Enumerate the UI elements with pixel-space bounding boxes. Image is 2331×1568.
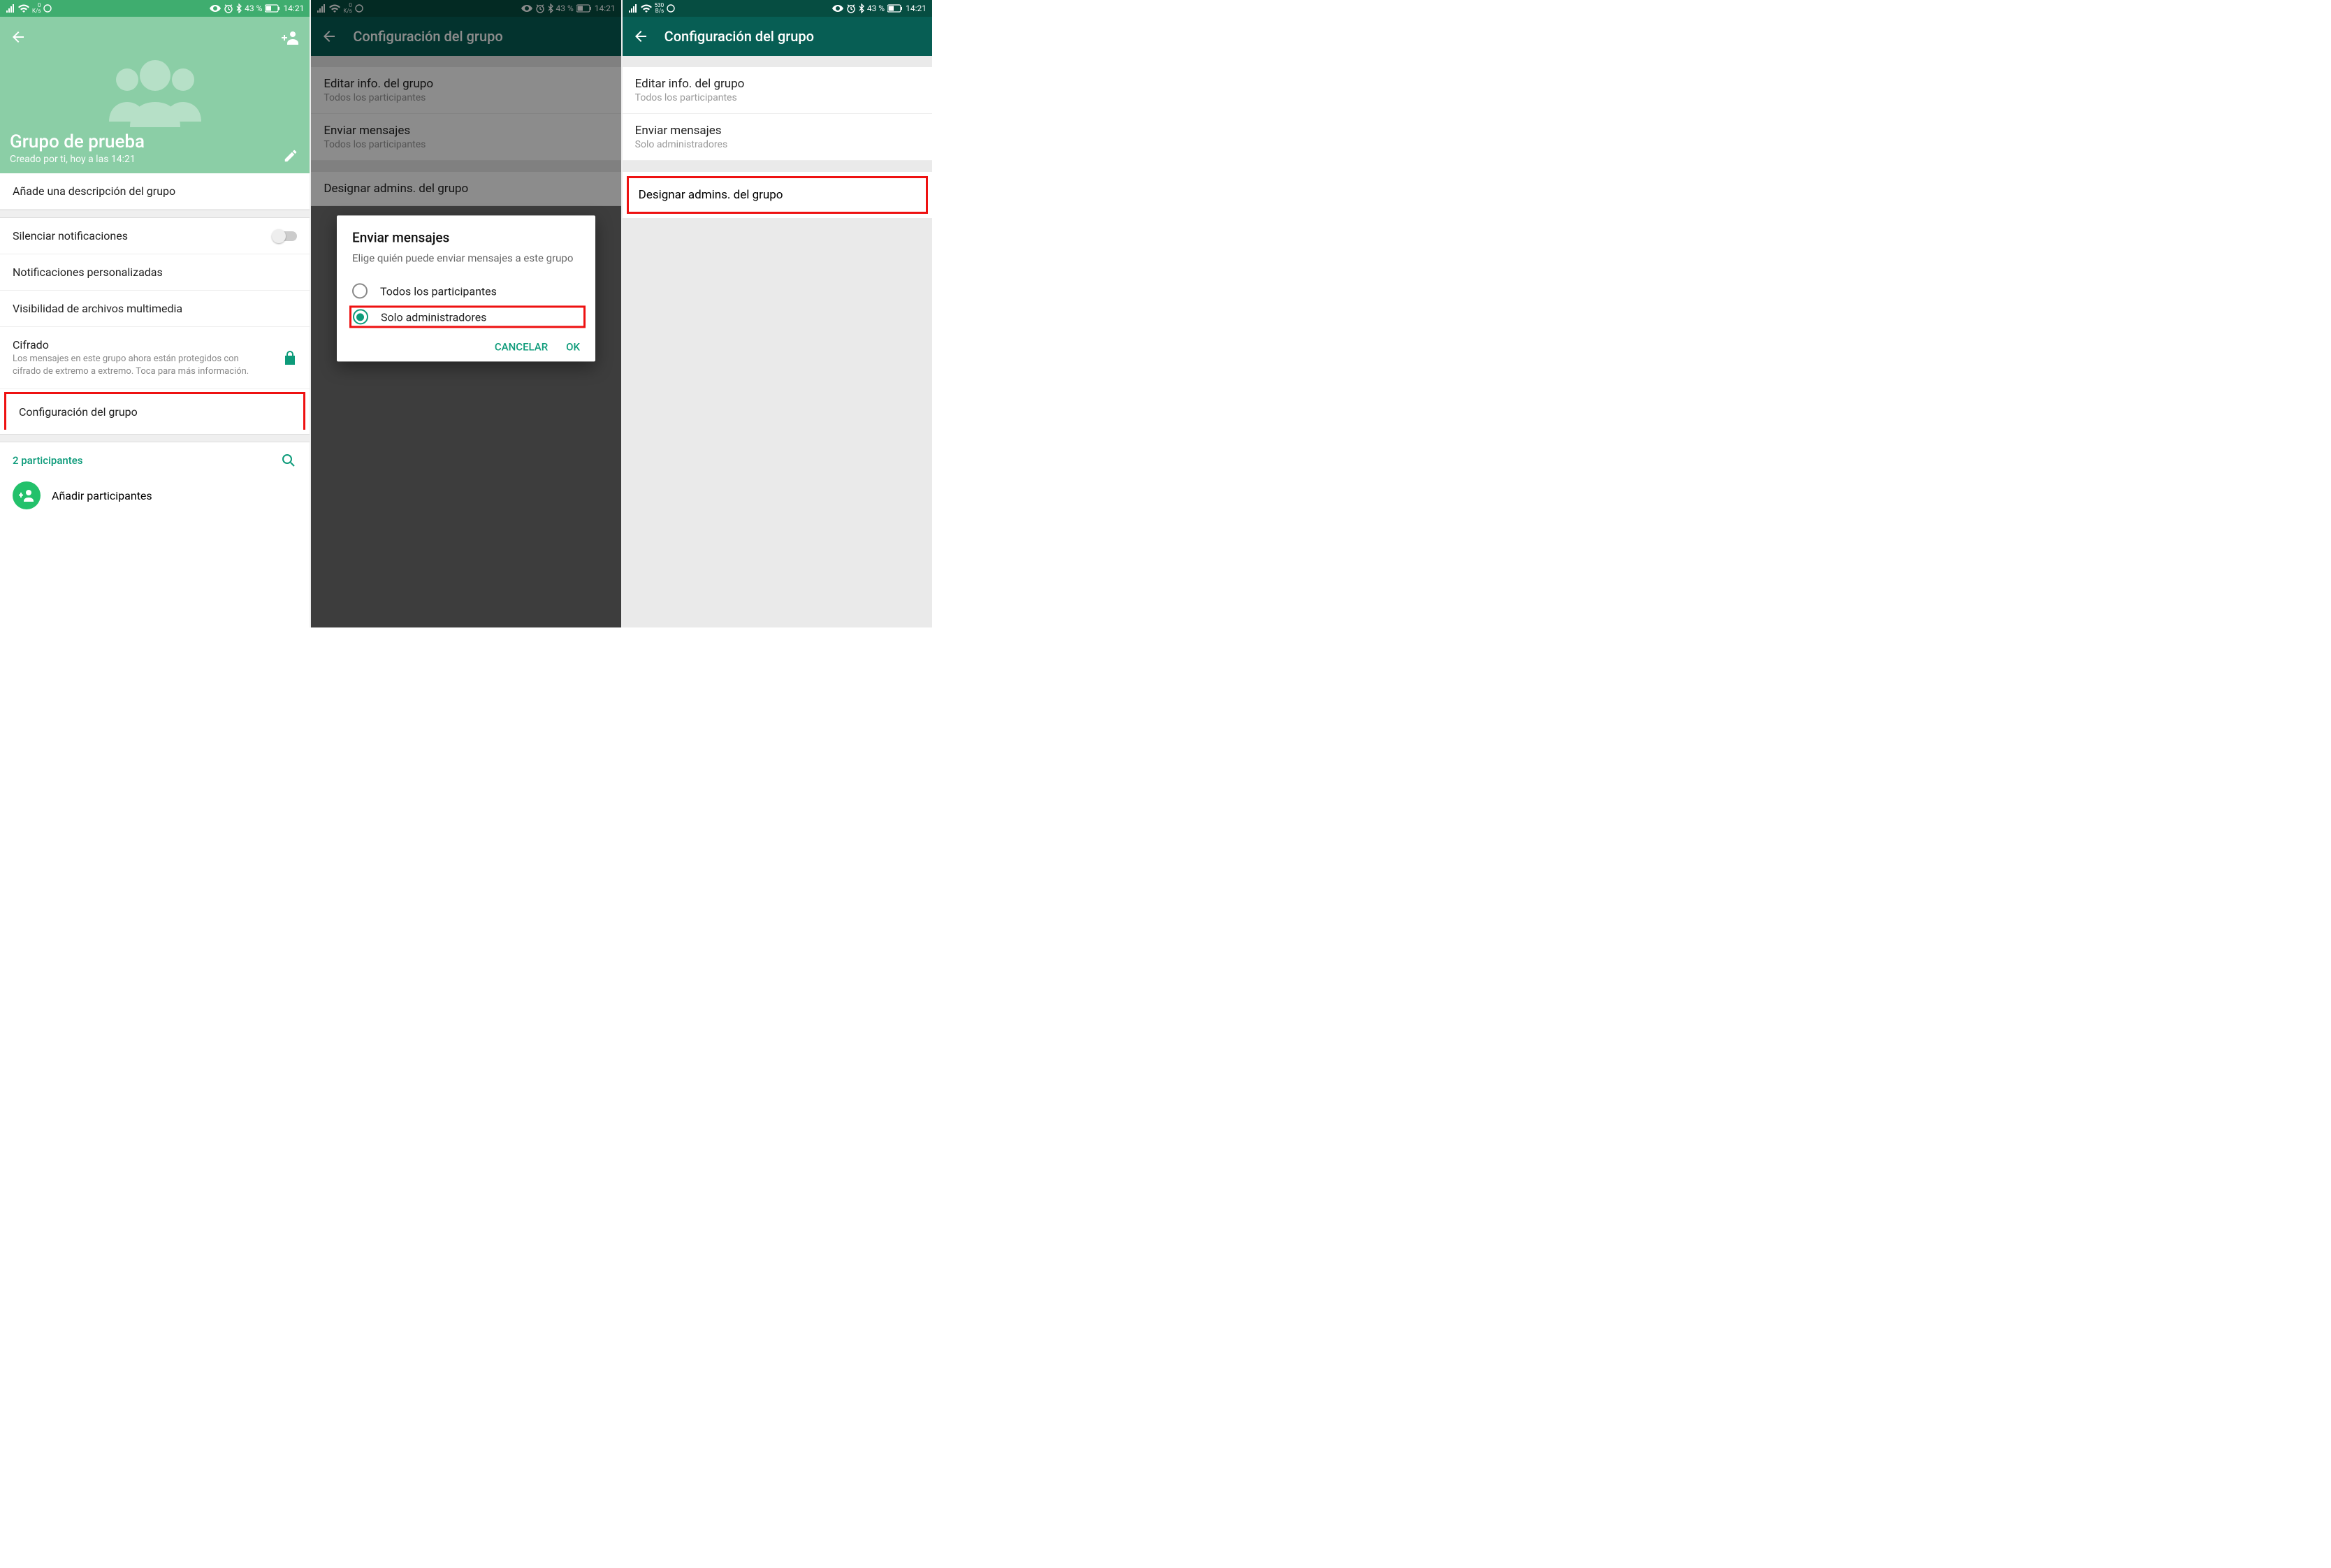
clock-time: 14:21 <box>906 3 927 13</box>
ok-button[interactable]: OK <box>566 341 580 354</box>
battery-percent: 43 % <box>245 3 262 13</box>
search-icon[interactable] <box>280 452 297 469</box>
sync-icon <box>667 4 675 13</box>
option-admins-label: Solo administradores <box>381 310 486 324</box>
custom-notifications-row[interactable]: Notificaciones personalizadas <box>0 254 310 291</box>
radio-checked-icon <box>353 310 368 325</box>
bluetooth-icon <box>236 3 242 13</box>
back-icon[interactable] <box>632 28 649 45</box>
media-visibility-row[interactable]: Visibilidad de archivos multimedia <box>0 291 310 327</box>
group-avatar-icon <box>0 48 310 131</box>
edit-group-info-row[interactable]: Editar info. del grupo Todos los partici… <box>623 67 932 114</box>
option-only-admins[interactable]: Solo administradores <box>349 306 586 328</box>
add-participants-label: Añadir participantes <box>52 489 152 502</box>
signal-icon <box>628 4 638 13</box>
lock-icon <box>283 349 297 366</box>
screenshot-1-group-info: 0K/s 43 % 14:21 <box>0 0 310 627</box>
option-all-label: Todos los participantes <box>380 284 497 298</box>
wifi-icon <box>18 4 29 13</box>
mute-label: Silenciar notificaciones <box>13 229 128 242</box>
custom-notifications-label: Notificaciones personalizadas <box>13 266 163 279</box>
edit-icon[interactable] <box>283 148 298 164</box>
battery-percent: 43 % <box>867 3 885 13</box>
dialog-title: Enviar mensajes <box>352 229 580 245</box>
add-person-icon <box>13 481 41 509</box>
back-icon[interactable] <box>10 29 27 45</box>
add-description-row[interactable]: Añade una descripción del grupo <box>0 173 310 210</box>
toolbar: Configuración del grupo <box>623 17 932 56</box>
screenshot-2-send-dialog: 0K/s 43 % 14:21 Configuración del grupo … <box>310 0 620 627</box>
bluetooth-icon <box>859 3 864 13</box>
encryption-row[interactable]: Cifrado Los mensajes en este grupo ahora… <box>0 327 310 389</box>
group-name: Grupo de prueba <box>0 131 310 152</box>
add-participant-icon[interactable] <box>282 29 300 45</box>
toolbar-title: Configuración del grupo <box>665 28 814 45</box>
group-header: 0K/s 43 % 14:21 <box>0 0 310 173</box>
alarm-icon <box>846 3 856 13</box>
designate-admins-title: Designar admins. del grupo <box>639 188 916 202</box>
add-description-label: Añade una descripción del grupo <box>13 184 175 198</box>
net-speed: 530B/s <box>655 3 665 14</box>
section-divider <box>0 210 310 218</box>
mute-row[interactable]: Silenciar notificaciones <box>0 218 310 254</box>
media-visibility-label: Visibilidad de archivos multimedia <box>13 302 182 315</box>
designate-admins-row[interactable]: Designar admins. del grupo <box>627 176 928 214</box>
group-created: Creado por ti, hoy a las 14:21 <box>0 152 310 165</box>
option-all-participants[interactable]: Todos los participantes <box>352 277 580 306</box>
eye-icon <box>210 5 221 12</box>
send-messages-title: Enviar mensajes <box>635 124 920 138</box>
section-divider <box>0 434 310 442</box>
mute-toggle[interactable] <box>273 231 297 241</box>
dialog-description: Elige quién puede enviar mensajes a este… <box>352 251 580 265</box>
send-messages-sub: Solo administradores <box>635 139 920 150</box>
wifi-icon <box>641 4 652 13</box>
encryption-sub: Los mensajes en este grupo ahora están p… <box>13 353 250 377</box>
battery-icon <box>265 4 280 13</box>
edit-group-info-sub: Todos los participantes <box>635 92 920 103</box>
radio-icon <box>352 284 368 299</box>
send-messages-dialog: Enviar mensajes Elige quién puede enviar… <box>337 215 595 361</box>
group-settings-label: Configuración del grupo <box>19 405 138 419</box>
send-messages-row[interactable]: Enviar mensajes Solo administradores <box>623 114 932 161</box>
add-participants-row[interactable]: Añadir participantes <box>0 474 310 522</box>
eye-icon <box>832 5 843 12</box>
group-settings-row[interactable]: Configuración del grupo <box>4 392 305 430</box>
net-speed: 0K/s <box>32 3 41 14</box>
alarm-icon <box>224 3 233 13</box>
status-bar: 0K/s 43 % 14:21 <box>0 0 310 17</box>
encryption-title: Cifrado <box>13 338 250 351</box>
clock-time: 14:21 <box>283 3 304 13</box>
signal-icon <box>6 4 15 13</box>
participants-count: 2 participantes <box>13 454 83 467</box>
edit-group-info-title: Editar info. del grupo <box>635 77 920 91</box>
cancel-button[interactable]: CANCELAR <box>495 341 548 354</box>
battery-icon <box>887 4 903 13</box>
empty-area <box>623 218 932 627</box>
sync-icon <box>43 4 52 13</box>
status-bar: 530B/s 43 % 14:21 <box>623 0 932 17</box>
screenshot-3-group-settings: 530B/s 43 % 14:21 Configuración del grup… <box>621 0 932 627</box>
